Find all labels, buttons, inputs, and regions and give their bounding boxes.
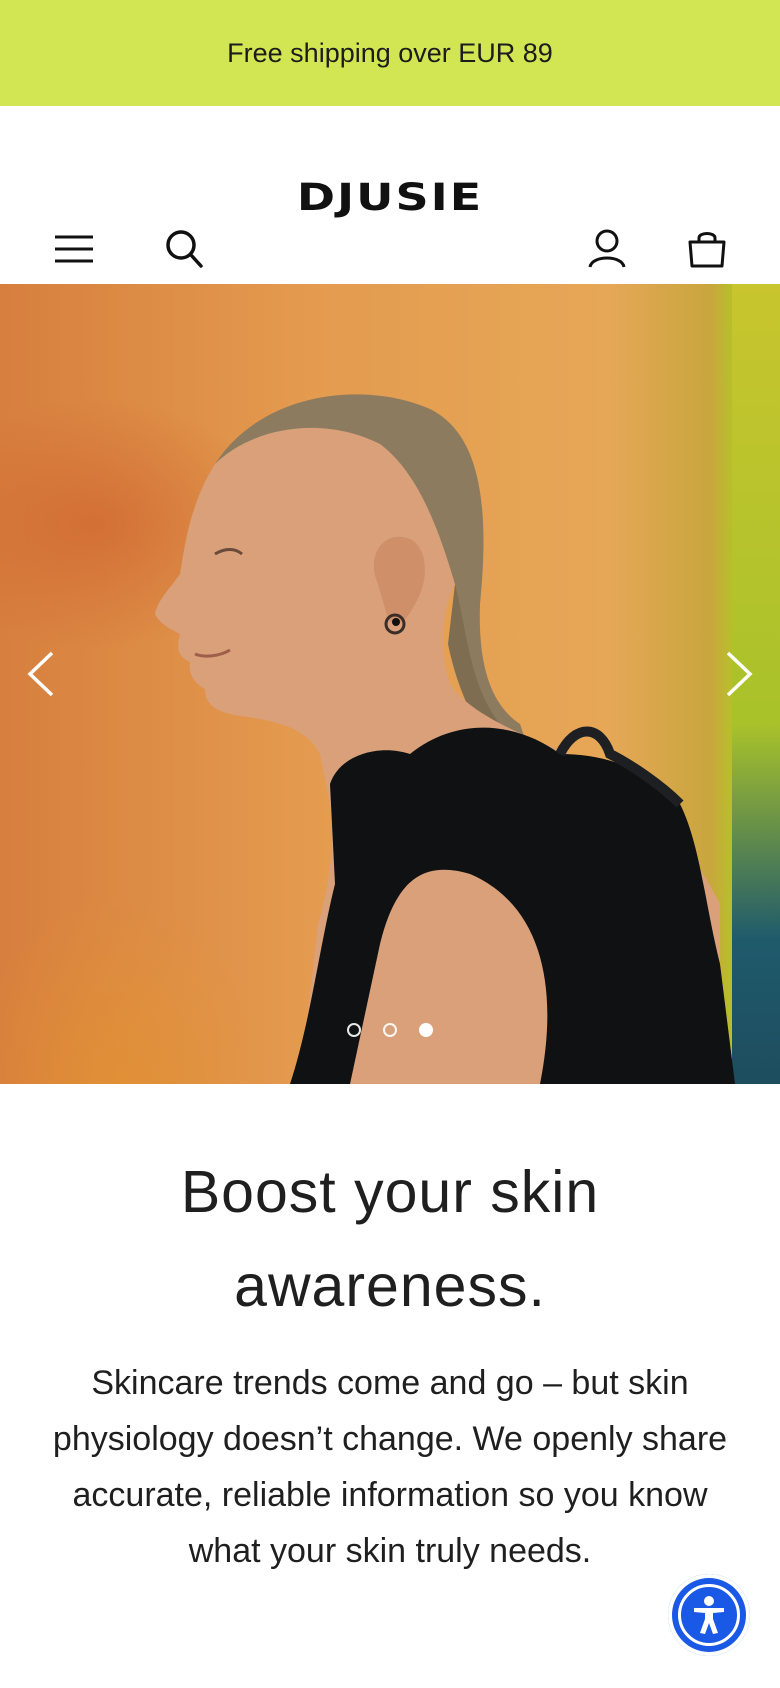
accessibility-ring: [678, 1584, 740, 1646]
section-body-text: Skincare trends come and go – but skin p…: [52, 1364, 728, 1570]
chevron-left-icon: [27, 651, 54, 697]
account-button[interactable]: [577, 219, 637, 279]
chevron-right-icon: [726, 651, 753, 697]
carousel-dot-3[interactable]: [419, 1023, 433, 1037]
carousel-dots: [0, 1023, 780, 1037]
cart-icon: [688, 232, 726, 268]
section-headline: Boost your skin awareness.: [180, 1159, 600, 1319]
search-button[interactable]: [155, 219, 215, 279]
site-header: DJUSIE: [0, 106, 780, 284]
announcement-bar: Free shipping over EUR 89: [0, 0, 780, 106]
carousel-dot-1[interactable]: [347, 1023, 361, 1037]
accessibility-button[interactable]: [668, 1574, 750, 1656]
accessibility-icon: [694, 1596, 724, 1634]
carousel-next-button[interactable]: [714, 644, 764, 704]
menu-button[interactable]: [44, 219, 104, 279]
cart-button[interactable]: [677, 219, 737, 279]
account-icon: [588, 229, 626, 268]
hero-carousel[interactable]: [0, 284, 780, 1084]
hero-image: [155, 394, 735, 1084]
carousel-dot-2[interactable]: [383, 1023, 397, 1037]
menu-icon: [55, 235, 93, 263]
announcement-text: Free shipping over EUR 89: [227, 37, 553, 68]
carousel-prev-button[interactable]: [16, 644, 66, 704]
logo[interactable]: DJUSIE: [0, 175, 780, 219]
search-icon: [166, 230, 203, 268]
